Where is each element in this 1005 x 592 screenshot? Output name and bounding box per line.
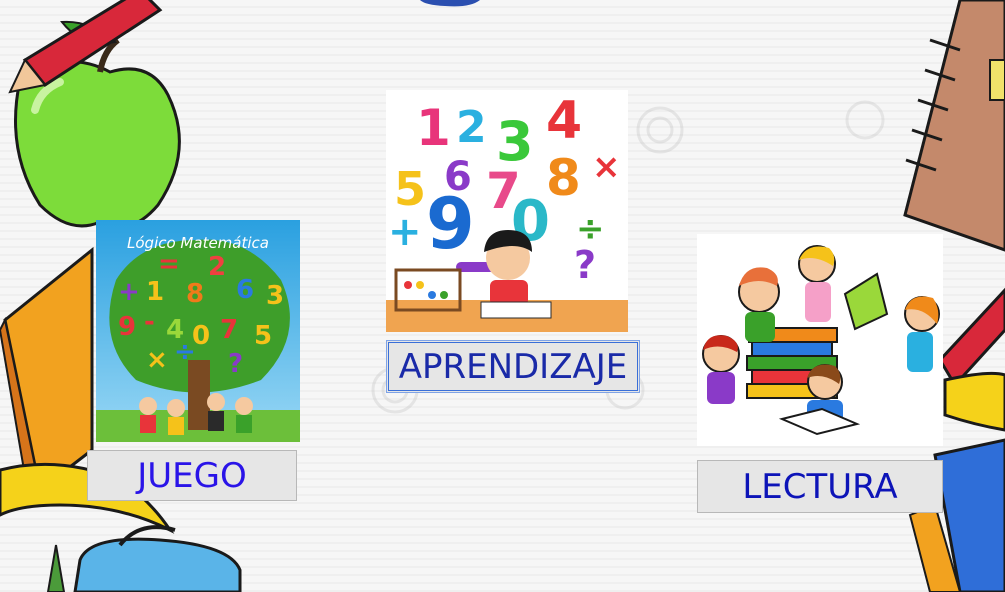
lectura-button-label: LECTURA <box>742 466 898 507</box>
svg-text:?: ? <box>574 243 596 287</box>
svg-text:+: + <box>388 209 422 255</box>
svg-text:7: 7 <box>220 315 238 345</box>
juego-button-label: JUEGO <box>137 455 247 496</box>
svg-text:÷: ÷ <box>174 337 196 367</box>
juego-button[interactable]: JUEGO <box>87 450 297 501</box>
aprendizaje-button[interactable]: APRENDIZAJE <box>386 340 640 393</box>
svg-text:2: 2 <box>208 252 226 282</box>
svg-text:5: 5 <box>394 162 426 216</box>
svg-text:×: × <box>592 147 621 187</box>
svg-text:-: - <box>144 307 155 337</box>
svg-text:×: × <box>146 345 168 375</box>
svg-text:9: 9 <box>118 312 136 342</box>
svg-text:2: 2 <box>456 102 487 153</box>
svg-text:6: 6 <box>236 275 254 305</box>
notebook-icon <box>903 0 1005 252</box>
aprendizaje-button-label: APRENDIZAJE <box>398 346 628 387</box>
lunchbox-icon <box>73 525 242 592</box>
image-caption: Lógico Matemática <box>127 234 269 252</box>
svg-text:8: 8 <box>546 149 581 207</box>
numbers-boy-illustration: 1 2 3 4 5 6 7 8 × + 9 0 ÷ ? <box>386 90 628 332</box>
svg-text:8: 8 <box>186 279 204 309</box>
svg-text:4: 4 <box>546 91 582 151</box>
svg-text:3: 3 <box>266 281 284 311</box>
lectura-button[interactable]: LECTURA <box>697 460 943 513</box>
aprendizaje-image[interactable]: 1 2 3 4 5 6 7 8 × + 9 0 ÷ ? <box>386 90 628 332</box>
svg-text:1: 1 <box>146 277 164 307</box>
lectura-image[interactable] <box>697 234 943 446</box>
svg-text:+: + <box>118 277 140 307</box>
kids-reading-illustration <box>697 234 943 446</box>
svg-text:=: = <box>158 249 180 279</box>
math-tree-illustration: Lógico Matemática = 2 + 1 8 6 3 9 - 4 0 … <box>96 220 300 442</box>
logico-matematica-image[interactable]: Lógico Matemática = 2 + 1 8 6 3 9 - 4 0 … <box>96 220 300 442</box>
svg-text:9: 9 <box>426 183 475 265</box>
svg-text:1: 1 <box>416 99 451 157</box>
svg-text:?: ? <box>228 349 243 379</box>
svg-text:5: 5 <box>254 321 272 351</box>
